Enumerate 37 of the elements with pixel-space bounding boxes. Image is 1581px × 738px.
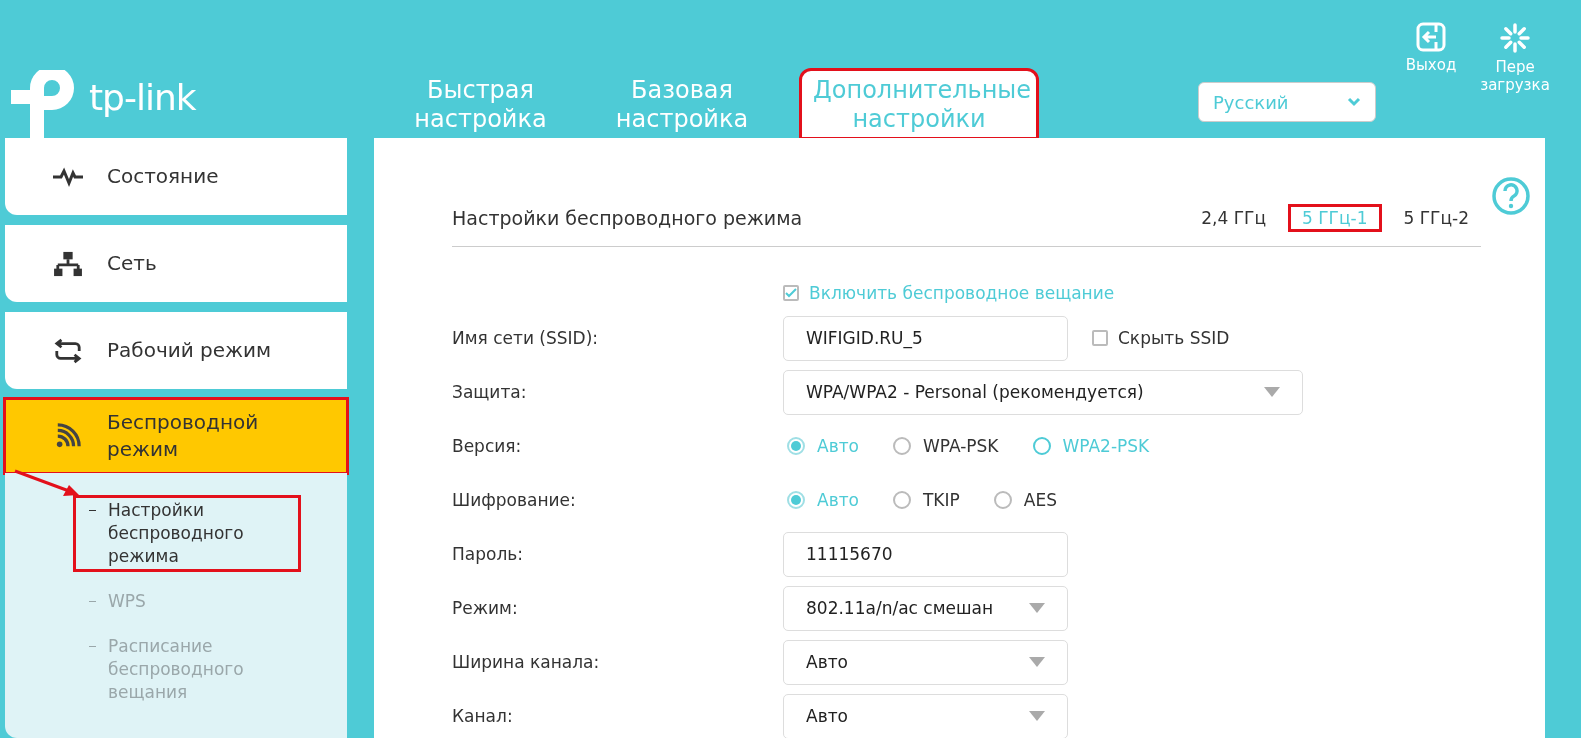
logout-icon bbox=[1416, 22, 1446, 52]
radio-option[interactable]: TKIP bbox=[888, 490, 964, 510]
checkbox[interactable] bbox=[783, 285, 799, 301]
field-label: Защита: bbox=[452, 382, 528, 402]
dropdown[interactable]: Авто bbox=[783, 639, 1068, 685]
radio-option[interactable]: AES bbox=[989, 490, 1061, 510]
dropdown[interactable]: Авто bbox=[783, 693, 1068, 738]
annotation-arrow bbox=[13, 469, 81, 499]
dropdown[interactable]: WPA/WPA2 - Personal (рекомендуется) bbox=[783, 369, 1303, 415]
help-icon[interactable] bbox=[1491, 176, 1531, 216]
sidebar-item[interactable]: Сеть bbox=[5, 225, 347, 302]
field-label: Ширина канала: bbox=[452, 652, 601, 672]
field-label: Режим: bbox=[452, 598, 519, 618]
sidebar-item[interactable]: Рабочий режим bbox=[5, 312, 347, 389]
field-label: Пароль: bbox=[452, 544, 524, 564]
network-icon bbox=[51, 250, 85, 277]
chevron-icon bbox=[1347, 97, 1361, 107]
field-label: Шифрование: bbox=[452, 490, 577, 510]
checkbox-label: Включить беспроводное вещание bbox=[809, 283, 1115, 303]
input-field[interactable]: WIFIGID.RU_5 bbox=[783, 315, 1068, 361]
checkbox[interactable] bbox=[1092, 330, 1108, 346]
pulse-icon bbox=[51, 166, 85, 187]
field-label: Имя сети (SSID): bbox=[452, 328, 599, 348]
submenu-item[interactable]: Настройки беспроводного режима bbox=[75, 497, 299, 570]
logo-text: tp-link bbox=[89, 78, 196, 118]
sidebar-item[interactable]: Беспроводной режим bbox=[5, 399, 347, 473]
section-title: Настройки беспроводного режима bbox=[452, 207, 804, 229]
band-tab[interactable]: 5 ГГц-2 bbox=[1391, 206, 1481, 230]
field-label: Версия: bbox=[452, 436, 523, 456]
spinner-icon bbox=[1499, 22, 1531, 54]
radio-option[interactable]: WPA-PSK bbox=[888, 436, 1003, 456]
input-field[interactable]: 11115670 bbox=[783, 531, 1068, 577]
band-tab[interactable]: 2,4 ГГц bbox=[1189, 206, 1279, 230]
checkbox-label: Скрыть SSID bbox=[1118, 328, 1230, 348]
dropdown[interactable]: 802.11a/n/ac смешан bbox=[783, 585, 1068, 631]
field-label: Канал: bbox=[452, 706, 514, 726]
sidebar-item[interactable]: Состояние bbox=[5, 138, 347, 215]
